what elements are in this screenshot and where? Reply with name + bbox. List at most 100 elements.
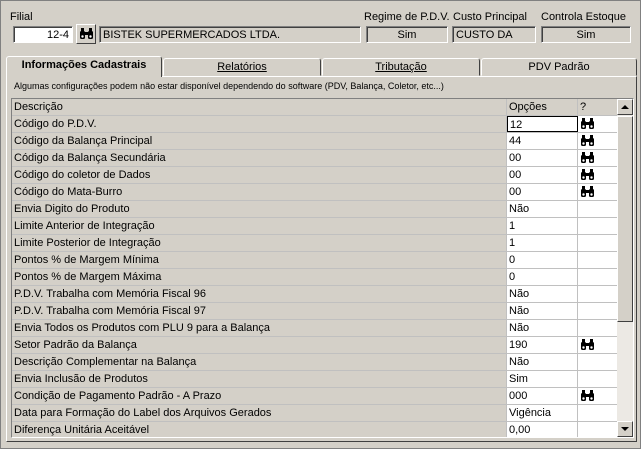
table-row[interactable]: Data para Formação do Label dos Arquivos…: [12, 405, 619, 422]
row-lookup-cell[interactable]: [578, 116, 619, 132]
table-row[interactable]: Envia Inclusão de Produtos Sim: [12, 371, 619, 388]
row-option-value[interactable]: Sim: [507, 371, 578, 387]
row-description: Código da Balança Secundária: [12, 150, 507, 166]
row-lookup-cell[interactable]: [578, 150, 619, 166]
row-option-value[interactable]: 44: [507, 133, 578, 149]
table-row[interactable]: Pontos % de Margem Mínima 0: [12, 252, 619, 269]
row-option-value[interactable]: 00: [507, 184, 578, 200]
binoculars-icon[interactable]: [580, 169, 595, 183]
row-lookup-cell[interactable]: [578, 337, 619, 353]
row-description: Envia Inclusão de Produtos: [12, 371, 507, 387]
table-row[interactable]: Limite Posterior de Integração 1: [12, 235, 619, 252]
binoculars-icon[interactable]: [580, 186, 595, 200]
row-description: Limite Anterior de Integração: [12, 218, 507, 234]
table-row[interactable]: Envia Digito do Produto Não: [12, 201, 619, 218]
binoculars-icon[interactable]: [580, 339, 595, 353]
table-row[interactable]: Setor Padrão da Balança 190: [12, 337, 619, 354]
options-grid[interactable]: Descrição Opções ? Código do P.D.V. 12 Cód…: [11, 98, 634, 438]
column-header-descricao[interactable]: Descrição: [12, 99, 507, 115]
row-option-value[interactable]: 0: [507, 269, 578, 285]
table-row[interactable]: P.D.V. Trabalha com Memória Fiscal 97 Não: [12, 303, 619, 320]
row-description: Limite Posterior de Integração: [12, 235, 507, 251]
row-option-value[interactable]: 00: [507, 150, 578, 166]
tab-pdv-padrao[interactable]: PDV Padrão: [481, 58, 637, 76]
row-option-value[interactable]: Não: [507, 303, 578, 319]
row-lookup-cell: [578, 235, 619, 251]
table-row[interactable]: P.D.V. Trabalha com Memória Fiscal 96 Não: [12, 286, 619, 303]
controla-label: Controla Estoque: [541, 11, 626, 23]
row-option-value[interactable]: Não: [507, 286, 578, 302]
row-lookup-cell: [578, 371, 619, 387]
vertical-scrollbar[interactable]: [617, 99, 633, 437]
table-row[interactable]: Diferença Unitária Aceitável 0,00: [12, 422, 619, 437]
column-header-opcoes[interactable]: Opções: [507, 99, 578, 115]
row-description: Diferença Unitária Aceitável: [12, 422, 507, 437]
tab-strip: Informações Cadastrais Relatórios Tribut…: [6, 56, 637, 77]
filial-name-field: BISTEK SUPERMERCADOS LTDA.: [99, 26, 361, 43]
table-row[interactable]: Pontos % de Margem Máxima 0: [12, 269, 619, 286]
binoculars-icon[interactable]: [580, 152, 595, 166]
row-option-value[interactable]: 000: [507, 388, 578, 404]
tab-tributacao[interactable]: Tributação: [322, 58, 480, 76]
row-option-value[interactable]: 0,00: [507, 422, 578, 437]
row-option-value[interactable]: Não: [507, 354, 578, 370]
row-description: Código do Mata-Burro: [12, 184, 507, 200]
row-description: Envia Digito do Produto: [12, 201, 507, 217]
row-lookup-cell[interactable]: [578, 133, 619, 149]
row-option-value[interactable]: 1: [507, 218, 578, 234]
table-row[interactable]: Código do coletor de Dados 00: [12, 167, 619, 184]
binoculars-icon[interactable]: [580, 118, 595, 132]
row-lookup-cell: [578, 320, 619, 336]
row-lookup-cell: [578, 252, 619, 268]
column-header-help[interactable]: ?: [578, 99, 619, 115]
row-lookup-cell[interactable]: [578, 184, 619, 200]
row-description: Código do P.D.V.: [12, 116, 507, 132]
row-lookup-cell: [578, 218, 619, 234]
binoculars-icon[interactable]: [580, 135, 595, 149]
table-row[interactable]: Condição de Pagamento Padrão - A Prazo 00…: [12, 388, 619, 405]
table-row[interactable]: Código da Balança Principal 44: [12, 133, 619, 150]
filial-code-field[interactable]: 12-4: [13, 26, 73, 43]
row-description: Código do coletor de Dados: [12, 167, 507, 183]
row-option-value[interactable]: 12: [507, 116, 578, 132]
scroll-up-button[interactable]: [617, 99, 633, 115]
table-row[interactable]: Descrição Complementar na Balança Não: [12, 354, 619, 371]
tab-relatorios[interactable]: Relatórios: [163, 58, 321, 76]
table-row[interactable]: Código do P.D.V. 12: [12, 116, 619, 133]
table-row[interactable]: Código do Mata-Burro 00: [12, 184, 619, 201]
row-description: Condição de Pagamento Padrão - A Prazo: [12, 388, 507, 404]
filial-lookup-button[interactable]: [76, 24, 96, 44]
tab-informacoes-cadastrais[interactable]: Informações Cadastrais: [6, 56, 162, 77]
grid-body: Descrição Opções ? Código do P.D.V. 12 Cód…: [12, 99, 619, 437]
regime-field: Sim: [366, 26, 448, 43]
row-option-value[interactable]: 00: [507, 167, 578, 183]
regime-label: Regime de P.D.V.: [364, 11, 450, 23]
tab-panel: Algumas configurações podem não estar di…: [6, 76, 637, 442]
custo-field: CUSTO DA: [452, 26, 536, 43]
row-lookup-cell[interactable]: [578, 167, 619, 183]
row-lookup-cell: [578, 405, 619, 421]
row-option-value[interactable]: Não: [507, 201, 578, 217]
row-lookup-cell: [578, 286, 619, 302]
row-lookup-cell[interactable]: [578, 388, 619, 404]
table-row[interactable]: Código da Balança Secundária 00: [12, 150, 619, 167]
row-lookup-cell: [578, 201, 619, 217]
row-description: Data para Formação do Label dos Arquivos…: [12, 405, 507, 421]
row-option-value[interactable]: 0: [507, 252, 578, 268]
row-option-value[interactable]: 1: [507, 235, 578, 251]
row-option-value[interactable]: Não: [507, 320, 578, 336]
row-option-value[interactable]: Vigência: [507, 405, 578, 421]
table-row[interactable]: Limite Anterior de Integração 1: [12, 218, 619, 235]
window: Filial 12-4 BISTEK SUPERMERCADOS LTDA. R…: [0, 0, 641, 449]
tab-tributacao-label: Tributação: [375, 61, 427, 73]
scroll-thumb[interactable]: [617, 116, 633, 322]
row-lookup-cell: [578, 303, 619, 319]
table-row[interactable]: Envia Todos os Produtos com PLU 9 para a…: [12, 320, 619, 337]
info-note: Algumas configurações podem não estar di…: [14, 81, 444, 91]
scroll-down-button[interactable]: [617, 421, 633, 437]
row-option-value[interactable]: 190: [507, 337, 578, 353]
binoculars-icon[interactable]: [580, 390, 595, 404]
tab-relatorios-label: Relatórios: [217, 61, 267, 73]
row-description: P.D.V. Trabalha com Memória Fiscal 96: [12, 286, 507, 302]
row-description: Descrição Complementar na Balança: [12, 354, 507, 370]
